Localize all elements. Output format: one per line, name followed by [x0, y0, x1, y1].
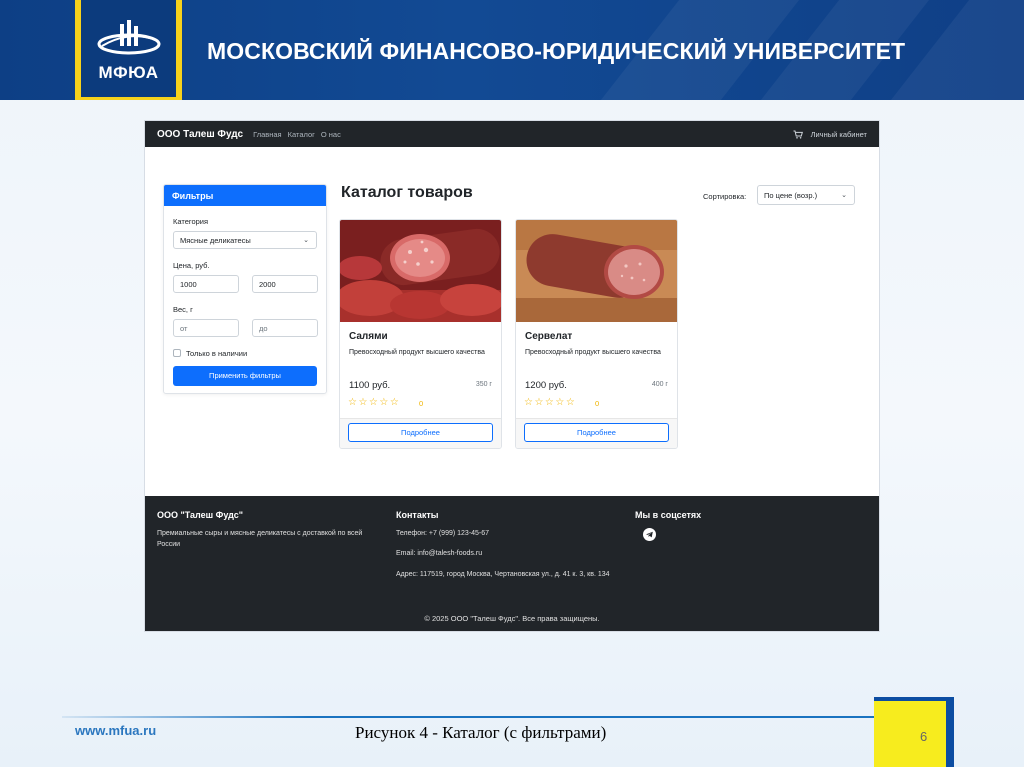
catalog-title: Каталог товаров — [341, 184, 473, 201]
product-price: 1100 руб. — [349, 380, 391, 391]
figure-caption: Рисунок 4 - Каталог (с фильтрами) — [355, 723, 607, 742]
footer-email[interactable]: Email: info@talesh-foods.ru — [396, 548, 482, 559]
page-number-box — [874, 697, 954, 767]
product-description: Превосходный продукт высшего качества — [525, 349, 661, 356]
category-value: Мясные деликатесы — [180, 236, 251, 245]
footer-phone: Телефон: +7 (999) 123-45-67 — [396, 530, 490, 537]
in-stock-label: Только в наличии — [186, 349, 248, 358]
website-screenshot: ООО Талеш Фудс Главная Каталог О нас Лич… — [145, 121, 879, 631]
site-url[interactable]: www.mfua.ru — [75, 723, 156, 738]
telegram-icon[interactable] — [643, 528, 656, 541]
nav-link-about[interactable]: О нас — [321, 130, 341, 139]
slide-divider — [62, 716, 882, 718]
nav-link-catalog[interactable]: Каталог — [288, 130, 315, 139]
details-button[interactable]: Подробнее — [348, 423, 493, 442]
rating-value: 0 — [419, 399, 424, 408]
product-description: Превосходный продукт высшего качества — [349, 349, 485, 356]
account-area: Личный кабинет — [793, 130, 867, 139]
navbar-brand[interactable]: ООО Талеш Фудс — [157, 129, 243, 140]
price-to-input[interactable]: 2000 — [252, 275, 318, 293]
product-card: Сервелат Превосходный продукт высшего ка… — [515, 219, 678, 449]
chevron-down-icon: ⌄ — [303, 237, 309, 244]
footer-address: Адрес: 117519, город Москва, Чертановска… — [396, 571, 610, 578]
rating-stars-icon[interactable]: ☆☆☆☆☆ — [524, 397, 576, 408]
sort-label: Сортировка: — [703, 192, 747, 201]
product-image-cervelat[interactable] — [516, 220, 677, 322]
apply-filters-button[interactable]: Применить фильтры — [173, 366, 317, 386]
category-select[interactable]: Мясные деликатесы ⌄ — [173, 231, 317, 249]
navbar: ООО Талеш Фудс Главная Каталог О нас Лич… — [145, 121, 879, 147]
price-label: Цена, руб. — [173, 261, 210, 270]
slide-header: МФЮА МОСКОВСКИЙ ФИНАНСОВО-ЮРИДИЧЕСКИЙ УН… — [0, 0, 1024, 100]
account-link[interactable]: Личный кабинет — [811, 130, 867, 139]
footer-social-title: Мы в соцсетях — [635, 510, 702, 520]
rating-stars-icon[interactable]: ☆☆☆☆☆ — [348, 397, 400, 408]
weight-from-input[interactable]: от — [173, 319, 239, 337]
filters-panel: Фильтры Категория Мясные деликатесы ⌄ Це… — [163, 184, 327, 394]
site-footer: ООО "Талеш Фудс" Премиальные сыры и мясн… — [145, 496, 879, 631]
nav-link-home[interactable]: Главная — [253, 130, 282, 139]
price-from-input[interactable]: 1000 — [173, 275, 239, 293]
rating-value: 0 — [595, 399, 600, 408]
footer-contacts-title: Контакты — [396, 510, 439, 520]
product-name: Салями — [349, 331, 388, 342]
footer-company-text: Премиальные сыры и мясные деликатесы с д… — [157, 530, 363, 548]
product-image-salami[interactable] — [340, 220, 501, 322]
footer-copyright: © 2025 ООО "Талеш Фудс". Все права защищ… — [424, 614, 600, 623]
footer-company-title: ООО "Талеш Фудс" — [157, 510, 243, 520]
weight-to-input[interactable]: до — [252, 319, 318, 337]
university-emblem-icon — [97, 20, 161, 55]
weight-label: Вес, г — [173, 305, 193, 314]
page-number: 6 — [920, 729, 928, 744]
sort-select[interactable]: По цене (возр.) ⌄ — [757, 185, 855, 205]
product-card: Салями Превосходный продукт высшего каче… — [339, 219, 502, 449]
in-stock-checkbox[interactable] — [173, 349, 181, 357]
logo-text: МФЮА — [98, 63, 159, 82]
product-weight: 350 г — [475, 381, 492, 388]
product-weight: 400 г — [651, 381, 668, 388]
university-title: МОСКОВСКИЙ ФИНАНСОВО-ЮРИДИЧЕСКИЙ УНИВЕРС… — [207, 38, 906, 64]
product-name: Сервелат — [525, 331, 573, 342]
filters-title: Фильтры — [164, 185, 326, 206]
sort-value: По цене (возр.) — [764, 191, 818, 200]
chevron-down-icon: ⌄ — [841, 192, 847, 199]
category-label: Категория — [173, 217, 209, 226]
product-price: 1200 руб. — [525, 380, 567, 391]
cart-icon[interactable] — [793, 130, 803, 139]
details-button[interactable]: Подробнее — [524, 423, 669, 442]
page-number-highlight — [874, 701, 946, 767]
university-logo: МФЮА — [75, 0, 182, 100]
